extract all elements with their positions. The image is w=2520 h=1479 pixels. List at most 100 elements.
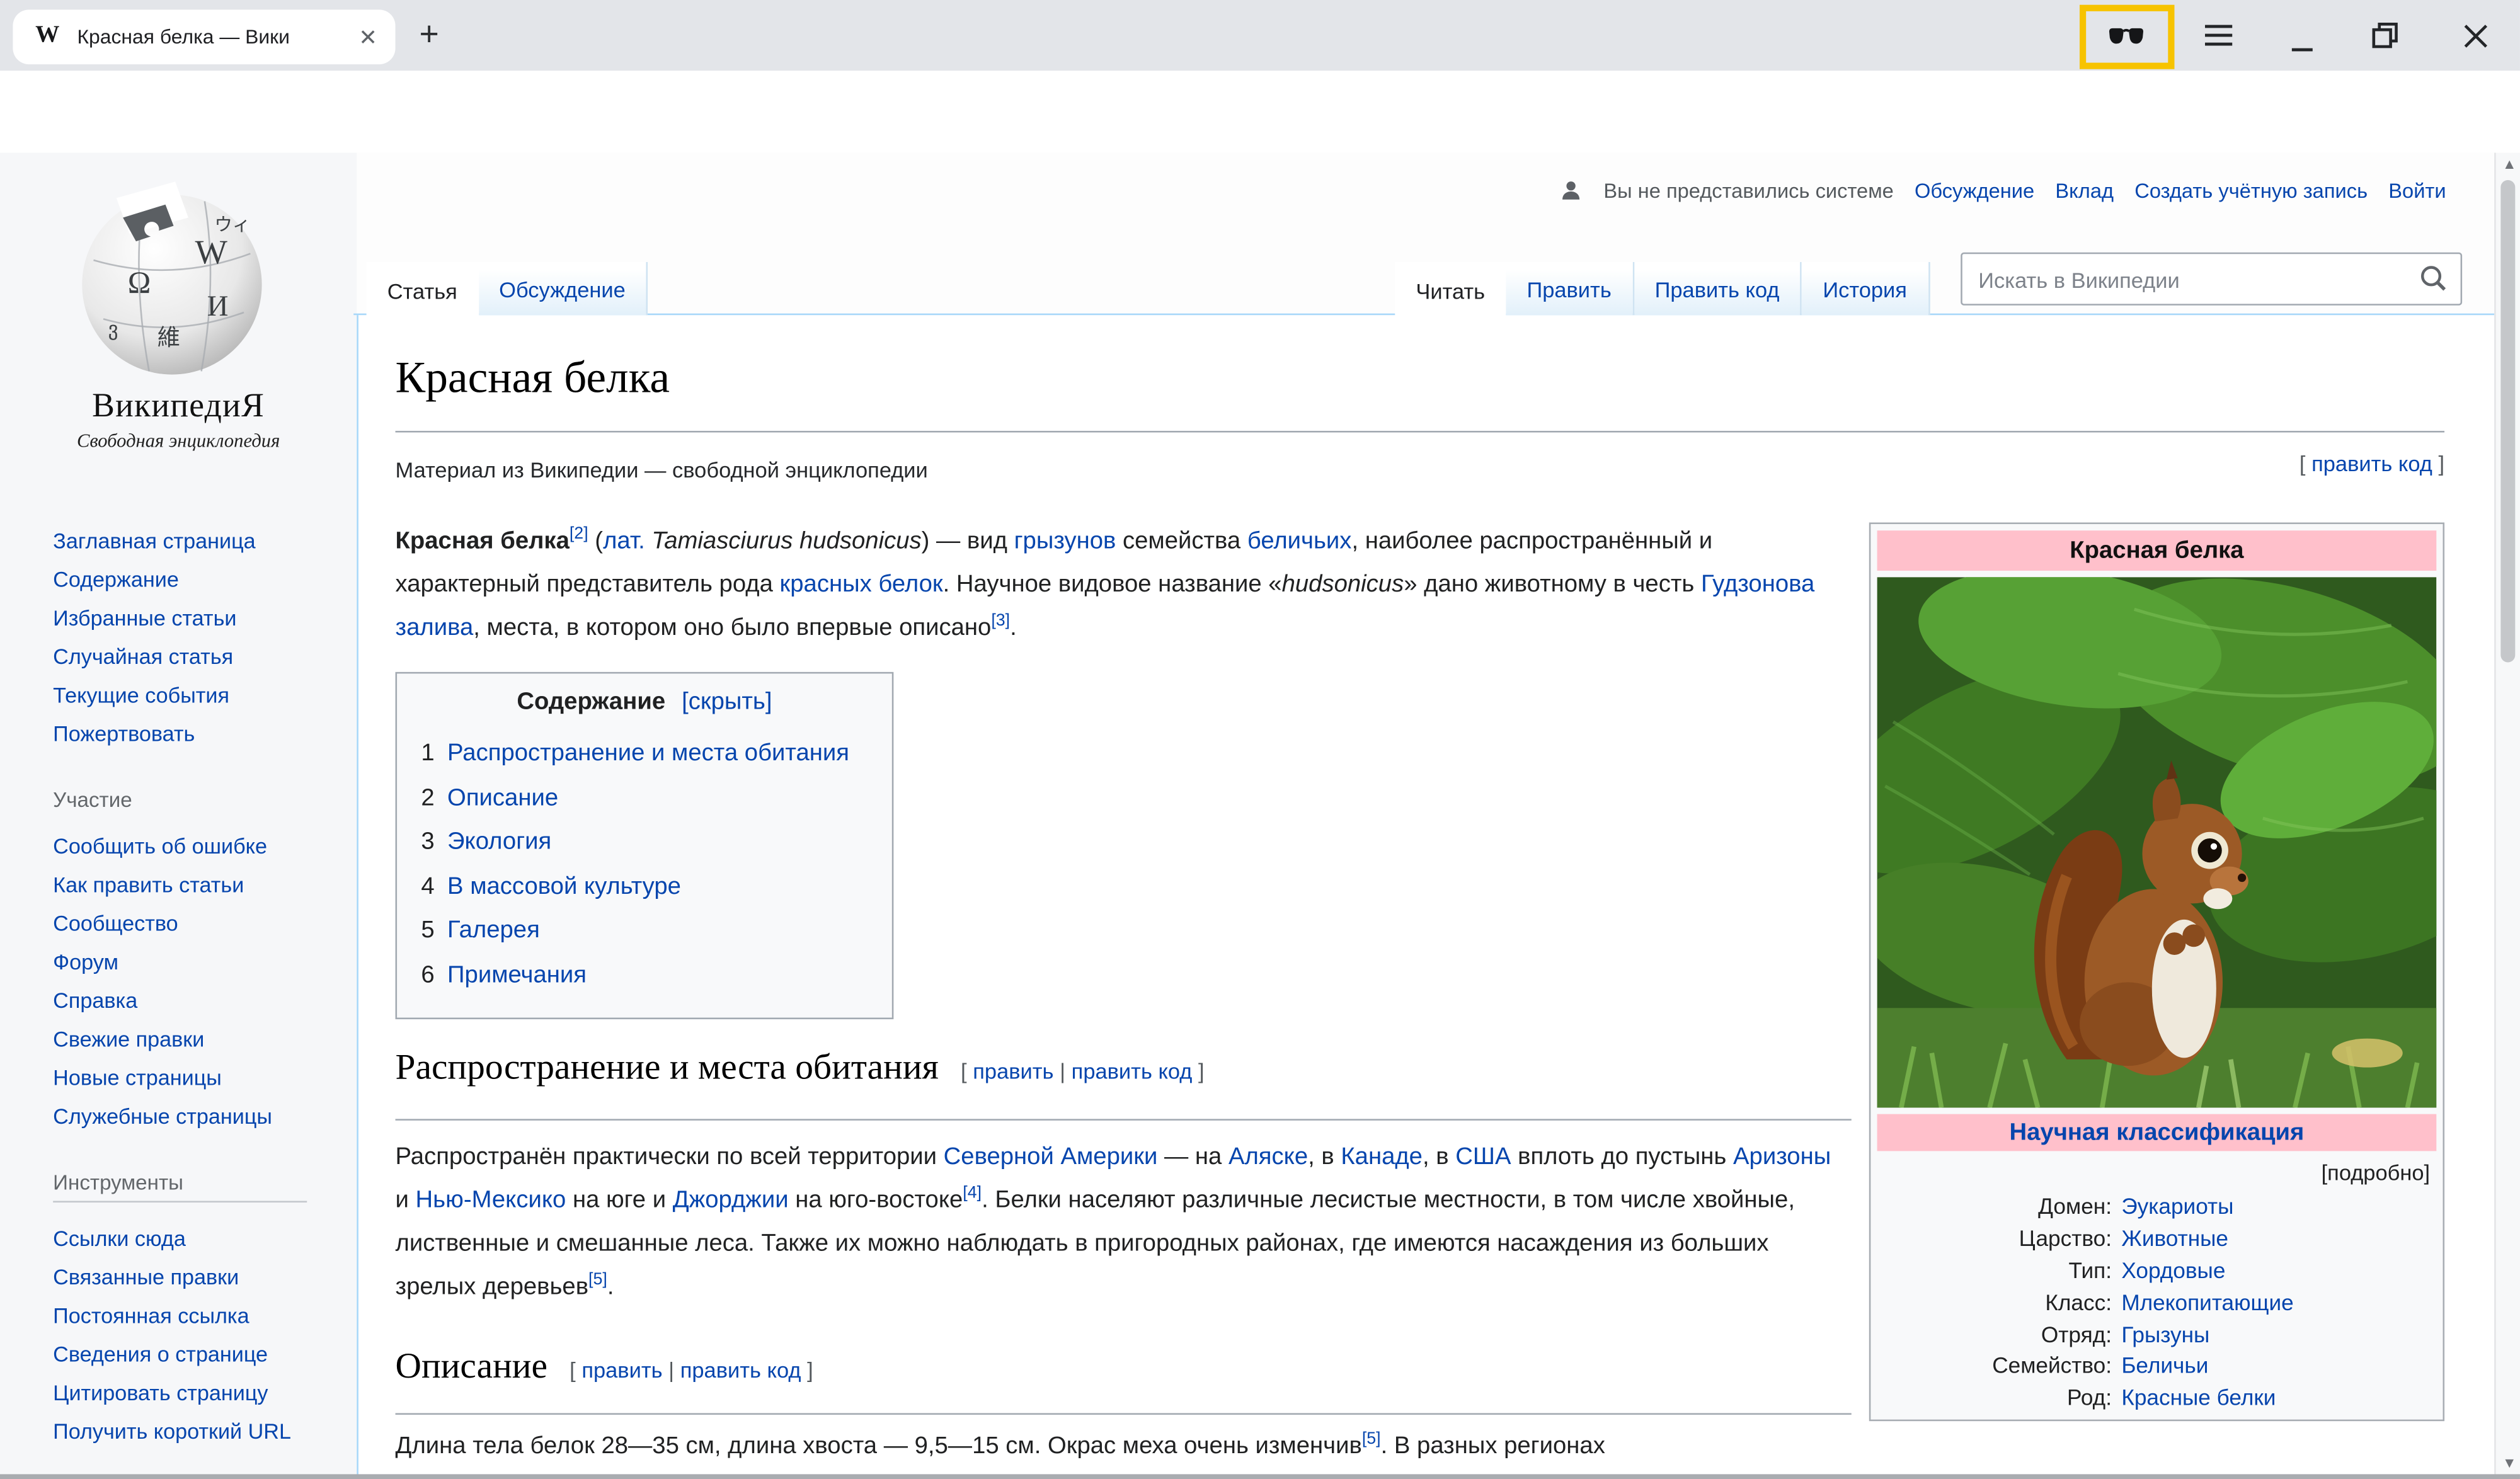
section-edit-source-link[interactable]: править код <box>680 1359 801 1383</box>
edit-source-top-anchor[interactable]: править код <box>2311 452 2432 476</box>
svg-text:維: 維 <box>158 325 180 350</box>
taxon-link-phylum[interactable]: Хордовые <box>2121 1259 2225 1282</box>
toc-link-gallery[interactable]: Галерея <box>447 917 540 944</box>
table-row: Тип:Хордовые <box>1877 1255 2437 1286</box>
title-divider <box>396 431 2445 433</box>
window-minimize-button[interactable] <box>2282 23 2320 61</box>
toc-hide-toggle[interactable]: [скрыть] <box>682 688 772 715</box>
taxobox-classification-link[interactable]: Научная классификация <box>2010 1119 2305 1146</box>
sidebar-item-report-error[interactable]: Сообщить об ошибке <box>53 835 267 859</box>
browser-tab[interactable]: W Красная белка — Вики ✕ <box>13 9 395 64</box>
distribution-paragraph: Распространён практически по всей террит… <box>396 1135 1843 1309</box>
scroll-down-arrow[interactable]: ▼ <box>2502 1456 2515 1469</box>
tab-history[interactable]: История <box>1802 262 1929 315</box>
sidebar-item-help[interactable]: Справка <box>53 989 137 1013</box>
sidebar-item-forum[interactable]: Форум <box>53 950 118 974</box>
toc-link-description[interactable]: Описание <box>447 784 558 811</box>
sidebar-item-contents[interactable]: Содержание <box>53 568 179 591</box>
browser-toolbar: Я ru.wikipedia.org Красная белка — Викип… <box>0 71 2520 152</box>
sidebar-item-permanent-link[interactable]: Постоянная ссылка <box>53 1304 249 1328</box>
personal-link-contribs[interactable]: Вклад <box>2055 178 2114 202</box>
sidebar-item-current-events[interactable]: Текущие события <box>53 683 229 707</box>
taxon-link-order[interactable]: Грызуны <box>2121 1322 2209 1346</box>
table-row: Отряд:Грызуны <box>1877 1318 2437 1350</box>
taxon-link-family[interactable]: Беличьи <box>2121 1354 2208 1378</box>
browser-window: W Красная белка — Вики ✕ + <box>0 0 2520 1479</box>
section-divider <box>396 1119 1852 1121</box>
minimize-icon <box>2291 31 2311 52</box>
close-icon <box>2463 23 2487 47</box>
tab-article[interactable]: Статья <box>367 262 478 317</box>
toc-link-ecology[interactable]: Экология <box>447 828 551 855</box>
sidebar-item-how-to-edit[interactable]: Как править статьи <box>53 873 244 897</box>
lead-paragraph: Красная белка[2] (лат. Tamiasciurus huds… <box>396 519 1843 649</box>
search-icon[interactable] <box>2417 262 2451 296</box>
personal-bar: Вы не представились системе Обсуждение В… <box>1559 178 2446 202</box>
tab-discussion[interactable]: Обсуждение <box>478 262 648 315</box>
section-heading-description: Описание [ править | править код ] <box>396 1345 813 1387</box>
tab-read[interactable]: Читать <box>1395 262 1506 317</box>
section-edit-link[interactable]: править <box>581 1359 662 1383</box>
taxon-link-class[interactable]: Млекопитающие <box>2121 1291 2293 1315</box>
sidebar-item-random[interactable]: Случайная статья <box>53 644 233 668</box>
sidebar-item-community[interactable]: Сообщество <box>53 911 178 935</box>
sidebar-item-recent-changes[interactable]: Свежие правки <box>53 1027 204 1051</box>
wikipedia-globe-logo[interactable]: W Ω И 維 ウィ ვ <box>74 181 270 377</box>
tab-edit-source[interactable]: Править код <box>1634 262 1802 315</box>
page-scrollbar[interactable]: ▲ ▼ <box>2494 152 2520 1479</box>
sidebar-item-related-changes[interactable]: Связанные правки <box>53 1265 239 1289</box>
sidebar-item-donate[interactable]: Пожертвовать <box>53 722 195 746</box>
taxon-link-domain[interactable]: Эукариоты <box>2121 1195 2233 1219</box>
section-edit-link[interactable]: править <box>973 1059 1053 1083</box>
tab-close-icon[interactable]: ✕ <box>353 23 382 52</box>
section-divider <box>396 1413 1852 1415</box>
section-edit-source-link[interactable]: править код <box>1072 1059 1193 1083</box>
anon-notice: Вы не представились системе <box>1603 178 1893 202</box>
tab-edit[interactable]: Править <box>1506 262 1634 315</box>
taxobox-details-link[interactable]: [подробно] <box>1877 1151 2437 1191</box>
squirrel-photo[interactable] <box>1877 577 2437 1107</box>
wiki-search-input[interactable] <box>1975 259 2399 300</box>
table-row: Класс:Млекопитающие <box>1877 1287 2437 1318</box>
table-of-contents: Содержание [скрыть] 1Распространение и м… <box>396 672 894 1019</box>
toc-link-references[interactable]: Примечания <box>447 961 587 988</box>
toc-link-pop-culture[interactable]: В массовой культуре <box>447 872 681 899</box>
user-icon <box>1559 178 1583 202</box>
personal-link-create-account[interactable]: Создать учётную запись <box>2134 178 2368 202</box>
sidebar-item-new-pages[interactable]: Новые страницы <box>53 1066 222 1090</box>
svg-text:ウィ: ウィ <box>214 215 250 235</box>
sidebar-nav-participation: Сообщить об ошибке Как править статьи Со… <box>53 828 350 1136</box>
taxobox-title: Красная белка <box>1877 530 2437 571</box>
taxon-link-genus[interactable]: Красные белки <box>2121 1386 2276 1410</box>
sidebar-item-main-page[interactable]: Заглавная страница <box>53 529 256 553</box>
svg-text:ვ: ვ <box>108 317 118 340</box>
sidebar-item-what-links-here[interactable]: Ссылки сюда <box>53 1226 186 1250</box>
toc-item: 3Экология <box>421 820 871 864</box>
toc-item: 2Описание <box>421 776 871 820</box>
toc-header: Содержание <box>517 688 665 715</box>
scroll-up-arrow[interactable]: ▲ <box>2502 157 2515 170</box>
table-row: Род:Красные белки <box>1877 1382 2437 1413</box>
toc-item: 1Распространение и места обитания <box>421 731 871 775</box>
window-restore-button[interactable] <box>2366 16 2404 55</box>
toc-link-distribution[interactable]: Распространение и места обитания <box>447 740 849 767</box>
personal-link-login[interactable]: Войти <box>2388 178 2446 202</box>
taxon-link-kingdom[interactable]: Животные <box>2121 1227 2228 1251</box>
window-close-button[interactable] <box>2456 16 2494 55</box>
sidebar-item-page-info[interactable]: Сведения о странице <box>53 1342 268 1366</box>
sidebar-header-participation: Участие <box>53 788 132 812</box>
sidebar-item-cite-page[interactable]: Цитировать страницу <box>53 1381 268 1405</box>
scrollbar-thumb[interactable] <box>2500 180 2515 663</box>
sidebar-item-special-pages[interactable]: Служебные страницы <box>53 1104 272 1128</box>
namespace-tabs: Статья Обсуждение <box>367 262 648 317</box>
wikipedia-wordmark[interactable]: ВикипедиЯ <box>0 386 357 426</box>
new-tab-button[interactable]: + <box>408 14 450 56</box>
personal-link-talk[interactable]: Обсуждение <box>1915 178 2034 202</box>
svg-text:Ω: Ω <box>128 265 151 300</box>
svg-text:W: W <box>195 232 227 271</box>
table-row: Семейство:Беличьи <box>1877 1351 2437 1382</box>
wiki-search-box <box>1961 253 2462 306</box>
sidebar-item-featured[interactable]: Избранные статьи <box>53 606 236 630</box>
sidebar-item-short-url[interactable]: Получить короткий URL <box>53 1420 291 1444</box>
browser-menu-button[interactable] <box>2199 16 2237 55</box>
